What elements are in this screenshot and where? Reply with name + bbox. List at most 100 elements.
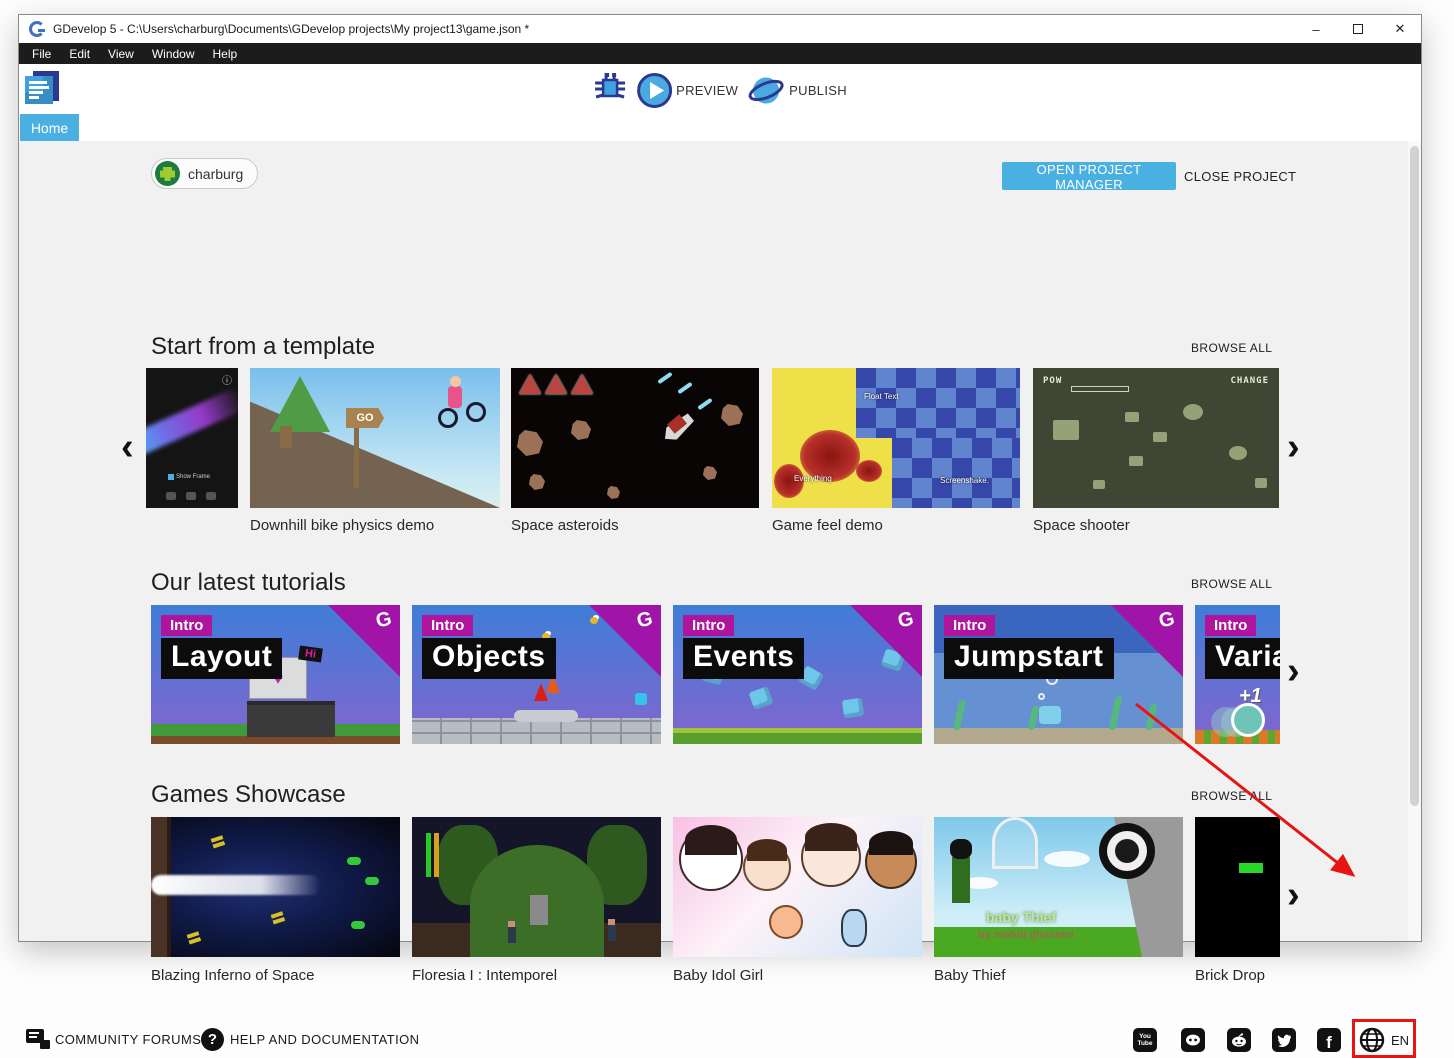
web-mini-icon <box>206 492 216 500</box>
menu-help[interactable]: Help <box>204 47 247 61</box>
template-card-game-feel[interactable]: Float Text Everything Screenshake. <box>772 368 1020 508</box>
username: charburg <box>188 166 243 182</box>
templates-prev-arrow[interactable]: ‹ <box>121 433 134 461</box>
showcase-caption: Baby Thief <box>934 967 1005 984</box>
baby-thief-title-art: baby Thief <box>986 909 1056 925</box>
publish-planet-icon <box>748 73 785 108</box>
show-frame-label: Show Frame <box>176 474 210 480</box>
template-card-space-asteroids[interactable] <box>511 368 759 508</box>
showcase-card-floresia[interactable] <box>412 817 661 957</box>
tutorial-card-jumpstart[interactable]: G Intro Jumpstart <box>934 605 1183 744</box>
help-and-documentation-link[interactable]: HELP AND DOCUMENTATION <box>230 1032 419 1047</box>
info-icon: ⓘ <box>222 372 232 387</box>
scrollbar-track[interactable] <box>1408 141 1421 941</box>
templates-next-arrow[interactable]: › <box>1287 433 1300 461</box>
screenshake-label: Screenshake. <box>940 476 989 485</box>
health-bars-art <box>426 833 431 877</box>
youtube-mini-icon <box>166 492 176 500</box>
close-button[interactable]: ✕ <box>1379 15 1421 43</box>
pine-tree-art <box>270 376 330 432</box>
tutorial-card-events[interactable]: G Intro Events <box>673 605 922 744</box>
annotation-highlight-box <box>1352 1019 1416 1058</box>
showcase-caption: Baby Idol Girl <box>673 967 763 984</box>
debug-button[interactable] <box>593 70 627 111</box>
thief-character-art <box>952 857 970 903</box>
template-caption: Space shooter <box>1033 517 1130 534</box>
pixel-ship-art <box>1053 420 1079 440</box>
template-card-partial[interactable]: ⓘ Show Frame <box>146 368 238 508</box>
twitter-mini-icon <box>186 492 196 500</box>
help-question-icon: ? <box>201 1028 224 1051</box>
facebook-icon[interactable]: f <box>1317 1028 1341 1052</box>
open-project-manager-button[interactable]: OPEN PROJECT MANAGER <box>1002 162 1176 190</box>
tutorials-section-title: Our latest tutorials <box>151 569 346 597</box>
laser-beam-art <box>151 875 321 895</box>
community-forums-link[interactable]: COMMUNITY FORUMS <box>55 1032 201 1047</box>
menu-edit[interactable]: Edit <box>60 47 99 61</box>
asteroid-art <box>517 430 543 456</box>
project-manager-button[interactable] <box>25 71 63 109</box>
showcase-card-baby-thief[interactable]: baby Thief by mahdi ghasemi <box>934 817 1183 957</box>
debug-bug-icon <box>593 70 627 106</box>
tutorials-browse-all[interactable]: BROWSE ALL <box>1191 577 1272 591</box>
show-frame-checkbox <box>168 474 174 480</box>
menu-view[interactable]: View <box>99 47 143 61</box>
tutorial-card-layout[interactable]: ♥ Hi G Intro Layout <box>151 605 400 744</box>
menu-window[interactable]: Window <box>143 47 204 61</box>
float-text-label: Float Text <box>864 392 899 401</box>
maximize-button[interactable] <box>1337 15 1379 43</box>
minimize-button[interactable]: – <box>1295 15 1337 43</box>
showcase-next-arrow[interactable]: › <box>1287 881 1300 909</box>
birdcage-art <box>992 817 1038 869</box>
template-caption: Game feel demo <box>772 517 883 534</box>
close-project-button[interactable]: CLOSE PROJECT <box>1184 162 1296 190</box>
baby-thief-author-art: by mahdi ghasemi <box>978 929 1074 941</box>
tab-home[interactable]: Home <box>20 114 79 141</box>
green-brick-art <box>1239 863 1263 873</box>
showcase-card-baby-idol[interactable] <box>673 817 922 957</box>
reddit-icon[interactable] <box>1227 1028 1251 1052</box>
user-account-chip[interactable]: charburg <box>151 158 258 189</box>
twitter-icon[interactable] <box>1272 1028 1296 1052</box>
fish-art <box>1039 706 1061 724</box>
menu-file[interactable]: File <box>23 47 60 61</box>
forum-chat-icon <box>26 1029 50 1051</box>
templates-browse-all[interactable]: BROWSE ALL <box>1191 341 1272 355</box>
template-card-space-shooter[interactable]: POW CHANGE <box>1033 368 1279 508</box>
discord-icon[interactable] <box>1181 1028 1205 1052</box>
tutorial-card-variables-clipped[interactable]: +1 Intro Variab <box>1195 605 1280 744</box>
maximize-icon <box>1353 24 1363 34</box>
home-page: charburg OPEN PROJECT MANAGER CLOSE PROJ… <box>19 141 1421 941</box>
template-caption: Space asteroids <box>511 517 619 534</box>
showcase-browse-all[interactable]: BROWSE ALL <box>1191 789 1272 803</box>
preview-play-icon <box>637 73 672 108</box>
change-label: CHANGE <box>1230 376 1269 386</box>
preview-button[interactable]: PREVIEW <box>637 73 738 108</box>
tutorials-next-arrow[interactable]: › <box>1287 657 1300 685</box>
plus-one-label: +1 <box>1239 685 1262 708</box>
close-icon: ✕ <box>1395 21 1406 37</box>
template-card-downhill-bike[interactable]: GO <box>250 368 500 508</box>
gdevelop-window: GDevelop 5 - C:\Users\charburg\Documents… <box>18 14 1422 942</box>
showcase-caption: Blazing Inferno of Space <box>151 967 314 984</box>
youtube-icon[interactable]: YouTube <box>1133 1028 1157 1052</box>
everything-label: Everything <box>794 474 832 483</box>
toolbar: PREVIEW PUBLISH <box>19 64 1421 114</box>
health-bar-art <box>1071 386 1129 392</box>
publish-button[interactable]: PUBLISH <box>748 73 847 108</box>
scrollbar-thumb[interactable] <box>1410 146 1419 806</box>
user-avatar <box>155 161 180 186</box>
showcase-card-brick-drop[interactable] <box>1195 817 1280 957</box>
pow-label: POW <box>1043 376 1062 386</box>
window-title: GDevelop 5 - C:\Users\charburg\Documents… <box>53 22 529 36</box>
showcase-caption: Floresia I : Intemporel <box>412 967 557 984</box>
templates-section-title: Start from a template <box>151 333 375 361</box>
window-controls: – ✕ <box>1295 15 1421 43</box>
showcase-section-title: Games Showcase <box>151 781 346 809</box>
go-sign: GO <box>346 408 384 428</box>
ghost-character-art <box>1231 703 1265 737</box>
showcase-card-blazing-inferno[interactable] <box>151 817 400 957</box>
preview-label: PREVIEW <box>676 83 738 98</box>
menu-bar: File Edit View Window Help <box>19 43 1421 64</box>
tutorial-card-objects[interactable]: G Intro Objects <box>412 605 661 744</box>
